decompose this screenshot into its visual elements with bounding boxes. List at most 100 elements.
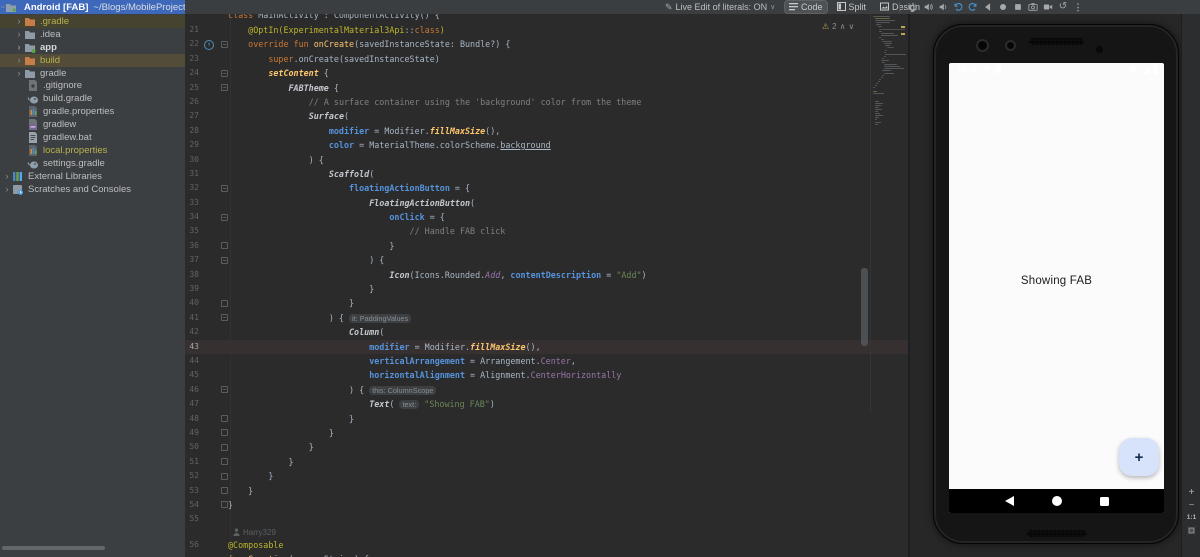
fold-end-icon[interactable] [221, 415, 228, 423]
code-line-31[interactable]: 31 Scaffold( [185, 167, 908, 181]
code-line-43[interactable]: 43 modifier = Modifier.fillMaxSize(), [185, 339, 908, 354]
fold-open-icon[interactable]: − [221, 213, 228, 221]
tree-item-scratches-and-consoles[interactable]: › Scratches and Consoles [0, 183, 185, 196]
power-icon[interactable] [908, 2, 918, 12]
code-line-44[interactable]: 44 verticalArrangement = Arrangement.Cen… [185, 354, 908, 368]
code-line-56[interactable]: 56 @Composable [185, 538, 908, 552]
warning-stripe-mark[interactable] [901, 26, 905, 28]
tree-item-external-libraries[interactable]: › External Libraries [0, 170, 185, 183]
warning-stripe-mark[interactable] [901, 33, 905, 35]
tree-item-gradle-properties[interactable]: gradle.properties [0, 105, 185, 118]
chevron-right-icon[interactable]: › [2, 184, 12, 194]
zoom-actual-size-button[interactable]: 1:1 [1187, 514, 1196, 521]
chevron-right-icon[interactable]: › [14, 29, 24, 39]
code-line-54[interactable]: 54} [185, 498, 908, 512]
code-line-42[interactable]: 42 Column( [185, 325, 908, 339]
code-line-46[interactable]: 46− ) { this: ColumnScope [185, 383, 908, 397]
editor-scrollbar-thumb[interactable] [861, 268, 868, 346]
code-line-24[interactable]: 24− setContent { [185, 66, 908, 80]
tree-item-local-properties[interactable]: local.properties [0, 144, 185, 157]
chevron-right-icon[interactable]: › [14, 55, 24, 65]
tree-item-build-gradle[interactable]: build.gradle [0, 92, 185, 105]
inspection-widget[interactable]: ⚠ 2 ∧ ∨ [822, 22, 854, 31]
fold-end-icon[interactable] [221, 443, 228, 451]
floating-action-button[interactable]: + [1119, 438, 1159, 476]
code-line-21[interactable]: 21 @OptIn(ExperimentalMaterial3Api::clas… [185, 23, 908, 37]
code-line[interactable]: class MainActivity : ComponentActivity()… [185, 14, 908, 23]
fold-end-icon[interactable] [221, 487, 228, 494]
tree-item-gradle[interactable]: › gradle [0, 67, 185, 80]
code-line-28[interactable]: 28 modifier = Modifier.fillMaxSize(), [185, 124, 908, 138]
more-icon[interactable]: ⋮ [1073, 2, 1083, 12]
code-line-37[interactable]: 37− ) { [185, 253, 908, 267]
fold-open-icon[interactable]: − [221, 184, 228, 192]
code-line-29[interactable]: 29 color = MaterialTheme.colorScheme.bac… [185, 138, 908, 152]
volume-down-icon[interactable] [938, 2, 948, 12]
chevron-right-icon[interactable]: › [14, 42, 24, 52]
chevron-down-icon[interactable]: ∨ [770, 3, 775, 11]
code-line-27[interactable]: 27 Surface( [185, 109, 908, 123]
overview-icon[interactable] [1013, 2, 1023, 12]
fold-open-icon[interactable]: − [221, 84, 228, 92]
zoom-to-fit-button[interactable] [1187, 526, 1196, 535]
code-line-26[interactable]: 26 // A surface container using the 'bac… [185, 95, 908, 109]
tree-item-gradlew-bat[interactable]: gradlew.bat [0, 131, 185, 144]
code-line-38[interactable]: 38 Icon(Icons.Rounded.Add, contentDescri… [185, 268, 908, 282]
code-line-35[interactable]: 35 // Handle FAB click [185, 224, 908, 238]
code-area[interactable]: class MainActivity : ComponentActivity()… [185, 14, 908, 557]
tree-item-build[interactable]: › build [0, 53, 185, 67]
chevron-right-icon[interactable]: › [14, 68, 24, 78]
code-line-51[interactable]: 51 } [185, 455, 908, 469]
code-line-22[interactable]: 22 ↑ − override fun onCreate(savedInstance… [185, 37, 908, 51]
volume-up-icon[interactable] [923, 2, 933, 12]
minimap[interactable] [873, 16, 906, 156]
fold-open-icon[interactable]: − [221, 386, 228, 394]
fold-end-icon[interactable] [221, 472, 228, 480]
code-line-45[interactable]: 45 horizontalAlignment = Alignment.Cente… [185, 368, 908, 382]
fold-open-icon[interactable]: − [221, 314, 228, 322]
chevron-right-icon[interactable]: › [2, 171, 12, 181]
back-icon[interactable] [983, 2, 993, 12]
device-screen[interactable]: 10:48 ⚙ Showing FAB + [949, 63, 1164, 513]
nav-home-button[interactable] [1051, 496, 1062, 506]
code-line-41[interactable]: 41− ) { it: PaddingValues [185, 311, 908, 325]
code-editor[interactable]: class MainActivity : ComponentActivity()… [185, 14, 908, 557]
tree-item-gradlew[interactable]: gradlew [0, 118, 185, 131]
code-line-48[interactable]: 48 } [185, 412, 908, 426]
next-warning-button[interactable]: ∨ [848, 22, 854, 31]
snapshot-icon[interactable]: ↺ [1058, 2, 1068, 12]
prev-warning-button[interactable]: ∧ [840, 22, 846, 31]
fold-end-icon[interactable] [221, 299, 228, 307]
fold-end-icon[interactable] [221, 458, 228, 466]
code-line-53[interactable]: 53 } [185, 484, 908, 498]
project-root-row[interactable]: › Android [FAB] ~/Blogs/MobileProjects/R… [0, 0, 185, 14]
override-gutter-icon[interactable]: ↑ [204, 39, 214, 50]
code-line-47[interactable]: 47 Text( text: "Showing FAB") [185, 397, 908, 411]
zoom-out-button[interactable]: − [1189, 501, 1195, 511]
code-line-55[interactable]: 55 [185, 512, 908, 526]
code-line-34[interactable]: 34− onClick = { [185, 210, 908, 224]
code-line-50[interactable]: 50 } [185, 440, 908, 454]
code-line-52[interactable]: 52 } [185, 469, 908, 483]
fold-open-icon[interactable]: − [221, 40, 228, 48]
fold-open-icon[interactable]: − [221, 69, 228, 77]
rotate-left-icon[interactable] [953, 2, 963, 12]
code-line-32[interactable]: 32− floatingActionButton = { [185, 181, 908, 195]
nav-back-button[interactable] [1004, 496, 1014, 506]
fold-end-icon[interactable] [221, 429, 228, 437]
tab-code[interactable]: Code [785, 1, 827, 13]
live-edit-toggle[interactable]: ✎ Live Edit of literals: ON ∨ [665, 0, 775, 14]
fold-open-icon[interactable]: − [221, 256, 228, 264]
chevron-right-icon[interactable]: › [14, 16, 24, 26]
code-line-40[interactable]: 40 } [185, 296, 908, 310]
tree-item--idea[interactable]: › .idea [0, 28, 185, 41]
screen-record-icon[interactable] [1043, 2, 1053, 12]
zoom-in-button[interactable]: + [1189, 488, 1195, 498]
tree-item-settings-gradle[interactable]: settings.gradle [0, 157, 185, 170]
fold-end-icon[interactable] [221, 242, 228, 250]
code-line-25[interactable]: 25− FABTheme { [185, 81, 908, 95]
code-line[interactable]: fun Greeting(name: String) { [185, 552, 908, 557]
code-line-30[interactable]: 30 ) { [185, 153, 908, 167]
code-vision-author[interactable]: Harry329 [185, 527, 908, 538]
code-line-36[interactable]: 36 } [185, 239, 908, 253]
